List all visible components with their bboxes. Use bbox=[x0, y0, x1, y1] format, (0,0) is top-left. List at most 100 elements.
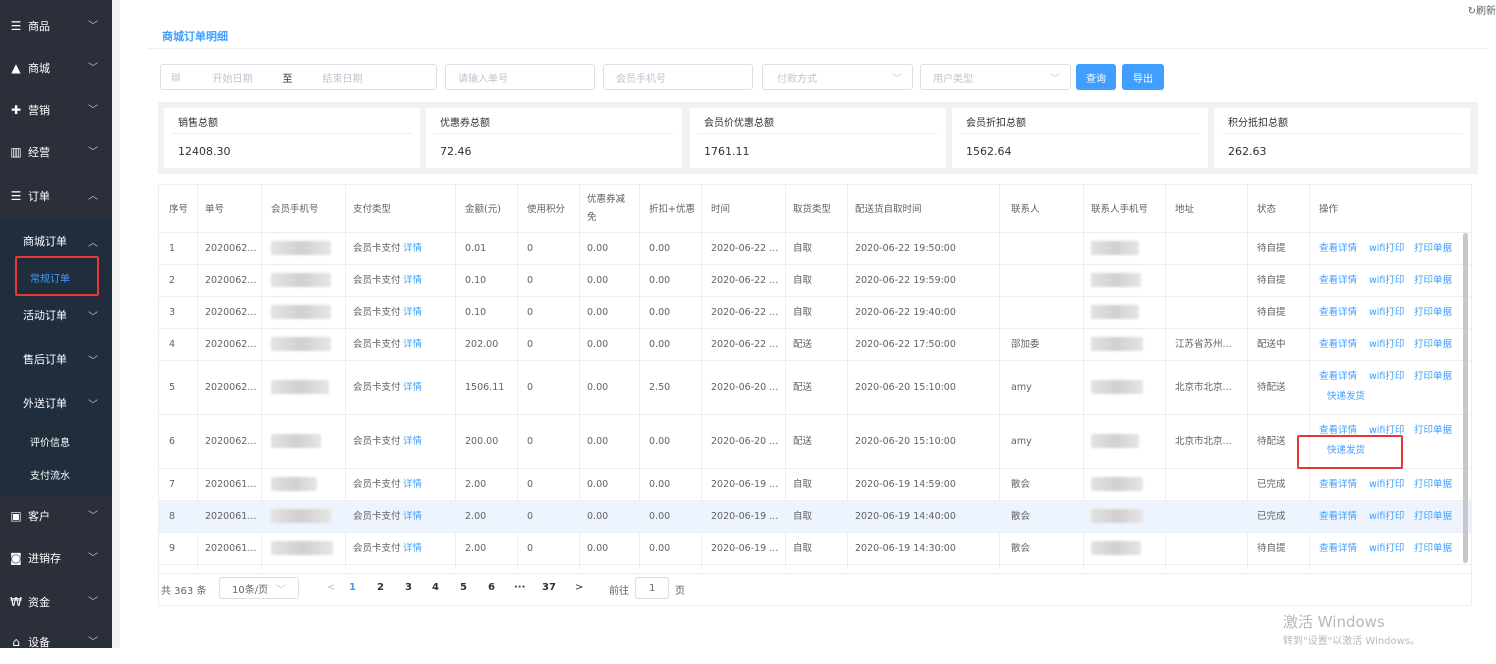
page-number[interactable]: 4 bbox=[432, 582, 439, 593]
page-number[interactable]: 2 bbox=[377, 582, 384, 593]
detail-link[interactable]: 详情 bbox=[403, 274, 422, 287]
cell-time: 2020-06-20 ... bbox=[711, 436, 779, 447]
print-receipt-link[interactable]: 打印单据 bbox=[1414, 542, 1452, 555]
detail-link[interactable]: 详情 bbox=[403, 510, 422, 523]
print-receipt-link[interactable]: 打印单据 bbox=[1414, 478, 1452, 491]
cell-coupon: 0.00 bbox=[587, 382, 609, 393]
page-number[interactable]: ··· bbox=[514, 582, 525, 593]
print-receipt-link[interactable]: 打印单据 bbox=[1414, 274, 1452, 287]
view-detail-link[interactable]: 查看详情 bbox=[1319, 242, 1357, 255]
goto-page-input[interactable]: 1 bbox=[635, 577, 669, 599]
wifi-print-link[interactable]: wifi打印 bbox=[1369, 542, 1404, 555]
cell-order-no: 2020062... bbox=[205, 436, 257, 447]
sidebar-item-truck[interactable]: ◙ 进销存 ﹀ bbox=[0, 536, 112, 580]
cell-pickup-type: 自取 bbox=[793, 275, 813, 286]
order-number-input[interactable]: 请输入单号 bbox=[445, 64, 595, 90]
start-date-input[interactable]: 开始日期 bbox=[212, 70, 252, 85]
sidebar-item-device[interactable]: ⌂ 设备 ﹀ bbox=[0, 620, 112, 664]
detail-link[interactable]: 详情 bbox=[403, 306, 422, 319]
detail-link[interactable]: 详情 bbox=[403, 338, 422, 351]
table-scrollbar[interactable] bbox=[1463, 233, 1468, 563]
cell-pay-type: 会员卡支付 bbox=[353, 436, 401, 447]
sidebar-item-chart[interactable]: ▥ 经营 ﹀ bbox=[0, 130, 112, 174]
sidebar-item-store[interactable]: ▲ 商城 ﹀ bbox=[0, 46, 112, 90]
sidebar-item-list[interactable]: ☰ 商品 ﹀ bbox=[0, 4, 112, 48]
view-detail-link[interactable]: 查看详情 bbox=[1319, 478, 1357, 491]
wifi-print-link[interactable]: wifi打印 bbox=[1369, 370, 1404, 383]
cell-order-no: 2020061... bbox=[205, 543, 257, 554]
cell-pay-type: 会员卡支付 bbox=[353, 243, 401, 254]
highlight-box bbox=[1297, 435, 1403, 469]
view-detail-link[interactable]: 查看详情 bbox=[1319, 542, 1357, 555]
page-number[interactable]: 6 bbox=[488, 582, 495, 593]
cell-amount: 0.10 bbox=[465, 275, 487, 286]
windows-watermark: 激活 Windows bbox=[1283, 613, 1385, 631]
member-phone-input[interactable]: 会员手机号 bbox=[603, 64, 753, 90]
wifi-print-link[interactable]: wifi打印 bbox=[1369, 478, 1404, 491]
view-detail-link[interactable]: 查看详情 bbox=[1319, 306, 1357, 319]
end-date-input[interactable]: 结束日期 bbox=[322, 70, 362, 85]
page-size-select[interactable]: 10条/页 ﹀ bbox=[219, 577, 299, 599]
view-detail-link[interactable]: 查看详情 bbox=[1319, 370, 1357, 383]
view-detail-link[interactable]: 查看详情 bbox=[1319, 510, 1357, 523]
redacted-contact-phone bbox=[1091, 380, 1143, 394]
page-number[interactable]: 37 bbox=[542, 582, 556, 593]
view-detail-link[interactable]: 查看详情 bbox=[1319, 274, 1357, 287]
wifi-print-link[interactable]: wifi打印 bbox=[1369, 338, 1404, 351]
summary-label: 优惠券总额 bbox=[440, 118, 490, 129]
page-number[interactable]: 3 bbox=[405, 582, 412, 593]
sidebar-item-money[interactable]: ₩ 资金 ﹀ bbox=[0, 580, 112, 624]
divider bbox=[1222, 133, 1462, 134]
page-number[interactable]: 1 bbox=[349, 582, 356, 593]
query-button[interactable]: 查询 bbox=[1076, 64, 1116, 90]
wifi-print-link[interactable]: wifi打印 bbox=[1369, 306, 1404, 319]
print-receipt-link[interactable]: 打印单据 bbox=[1414, 424, 1452, 437]
cell-time: 2020-06-22 ... bbox=[711, 275, 779, 286]
express-ship-link[interactable]: 快递发货 bbox=[1327, 390, 1365, 403]
sidebar-item-review[interactable]: 评价信息 bbox=[0, 424, 112, 458]
detail-link[interactable]: 详情 bbox=[403, 542, 422, 555]
sidebar-item-payment-flow[interactable]: 支付流水 bbox=[0, 457, 112, 491]
sidebar-item-mall-order[interactable]: 商城订单 ︿ bbox=[0, 224, 112, 258]
cell-points: 0 bbox=[527, 511, 534, 522]
print-receipt-link[interactable]: 打印单据 bbox=[1414, 370, 1452, 383]
detail-link[interactable]: 详情 bbox=[403, 478, 422, 491]
page-number[interactable]: 5 bbox=[460, 582, 467, 593]
sidebar-item-customer[interactable]: ▣ 客户 ﹀ bbox=[0, 494, 112, 538]
print-receipt-link[interactable]: 打印单据 bbox=[1414, 510, 1452, 523]
column-header-status: 状态 bbox=[1257, 204, 1277, 215]
refresh-button[interactable]: ↻刷新 bbox=[1468, 2, 1496, 17]
cell-pickup-time: 2020-06-22 19:40:00 bbox=[855, 307, 956, 318]
wifi-print-link[interactable]: wifi打印 bbox=[1369, 274, 1404, 287]
sidebar-item-gift[interactable]: ✚ 营销 ﹀ bbox=[0, 88, 112, 132]
detail-link[interactable]: 详情 bbox=[403, 381, 422, 394]
payment-method-select[interactable]: 付款方式 ﹀ bbox=[762, 64, 913, 90]
cell-time: 2020-06-22 ... bbox=[711, 339, 779, 350]
print-receipt-link[interactable]: 打印单据 bbox=[1414, 306, 1452, 319]
chevron-down-icon: ﹀ bbox=[88, 105, 98, 116]
user-type-select[interactable]: 用户类型 ﹀ bbox=[920, 64, 1071, 90]
print-receipt-link[interactable]: 打印单据 bbox=[1414, 338, 1452, 351]
wifi-print-link[interactable]: wifi打印 bbox=[1369, 510, 1404, 523]
detail-link[interactable]: 详情 bbox=[403, 435, 422, 448]
export-button[interactable]: 导出 bbox=[1122, 64, 1164, 90]
sidebar-item-label: 活动订单 bbox=[23, 309, 67, 322]
redacted-phone bbox=[271, 477, 317, 491]
print-receipt-link[interactable]: 打印单据 bbox=[1414, 242, 1452, 255]
divider bbox=[960, 133, 1200, 134]
prev-page-button[interactable]: < bbox=[327, 582, 335, 593]
detail-link[interactable]: 详情 bbox=[403, 242, 422, 255]
highlight-box bbox=[15, 256, 99, 296]
view-detail-link[interactable]: 查看详情 bbox=[1319, 338, 1357, 351]
date-range-picker[interactable]: ▤ 开始日期 至 结束日期 bbox=[160, 64, 437, 90]
chevron-down-icon: ﹀ bbox=[892, 74, 902, 85]
chevron-down-icon: ﹀ bbox=[1050, 74, 1060, 85]
cell-pickup-time: 2020-06-19 14:30:00 bbox=[855, 543, 956, 554]
column-header-points: 使用积分 bbox=[527, 204, 566, 215]
next-page-button[interactable]: > bbox=[575, 582, 583, 593]
sidebar-item-delivery-order[interactable]: 外送订单 ﹀ bbox=[0, 386, 112, 420]
sidebar-item-activity-order[interactable]: 活动订单 ﹀ bbox=[0, 298, 112, 332]
sidebar-item-order[interactable]: ☰ 订单 ︿ bbox=[0, 174, 112, 218]
wifi-print-link[interactable]: wifi打印 bbox=[1369, 242, 1404, 255]
sidebar-item-aftersale-order[interactable]: 售后订单 ﹀ bbox=[0, 342, 112, 376]
